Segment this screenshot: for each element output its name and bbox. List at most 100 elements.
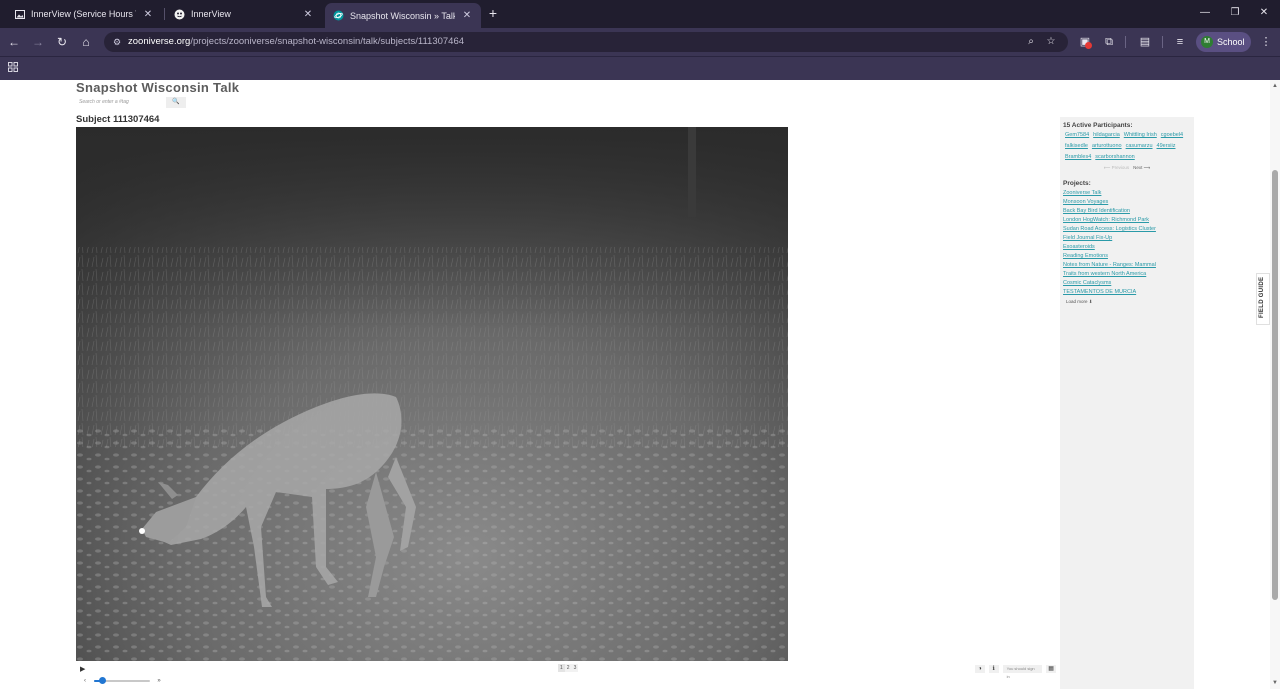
next-button[interactable]: Next ⟶ (1133, 165, 1150, 171)
subject-title: Subject 111307464 (76, 114, 160, 125)
restore-icon[interactable]: ❐ (1228, 6, 1242, 20)
participant-link[interactable]: 49ersiiz (1157, 143, 1176, 149)
site-info-icon[interactable]: ⚙ (110, 35, 124, 49)
participant-link[interactable]: arturottuono (1092, 143, 1122, 149)
tab-title: InnerView (191, 9, 231, 19)
close-icon[interactable]: ✕ (461, 10, 473, 21)
projects-list: Zooniverse Talk Monsoon Voyages Back Bay… (1063, 190, 1191, 295)
toolbar-divider (1162, 36, 1163, 48)
project-link[interactable]: Sudan Road Access: Logistics Cluster (1063, 226, 1191, 232)
participant-link[interactable]: Gem7584 (1065, 132, 1089, 138)
reading-mode-icon[interactable]: ▤ (1137, 34, 1153, 50)
participant-link[interactable]: falkisedle (1065, 143, 1088, 149)
zoom-icon[interactable]: ⌕ (1024, 35, 1038, 49)
reload-icon[interactable]: ↻ (54, 34, 70, 50)
tab-title: InnerView (Service Hours Tracker (31, 9, 136, 19)
participant-link[interactable]: Whittling Irish (1124, 132, 1157, 138)
url-domain: zooniverse.org (128, 36, 191, 47)
tab-strip: InnerView (Service Hours Tracker ✕ Inner… (0, 0, 1280, 28)
search-button[interactable]: 🔍 (166, 97, 186, 108)
scroll-thumb[interactable] (1272, 170, 1278, 600)
project-link[interactable]: London HogWatch: Richmond Park (1063, 217, 1191, 223)
media-controls-icon[interactable]: ≡ (1172, 34, 1188, 50)
previous-button[interactable]: ⟵ Previous (1104, 165, 1129, 171)
tab-snapshot-wisconsin[interactable]: Snapshot Wisconsin » Talk — Zo ✕ (325, 3, 481, 28)
forward-arrow-icon[interactable]: → (30, 34, 46, 50)
search-input[interactable]: Search or enter a #tag (76, 97, 166, 108)
participants-heading: 15 Active Participants: (1063, 122, 1133, 129)
play-icon[interactable]: ▶ (80, 665, 85, 673)
field-guide-tab[interactable]: FIELD GUIDE (1256, 273, 1270, 325)
back-arrow-icon[interactable]: ← (6, 34, 22, 50)
bookmarks-bar (0, 56, 1280, 80)
tab-innerview-tracker[interactable]: InnerView (Service Hours Tracker ✕ (6, 3, 162, 25)
home-icon[interactable]: ⌂ (78, 34, 94, 50)
tab-separator (164, 8, 165, 20)
trail-camera-photo (76, 127, 788, 661)
close-icon[interactable]: ✕ (302, 9, 314, 20)
chevron-right-icon[interactable]: » (154, 677, 164, 685)
participants-list: Gem7584 hildagarcia Whittling Irish cgoe… (1063, 132, 1191, 160)
address-bar[interactable]: ⚙ zooniverse.org/projects/zooniverse/sna… (104, 32, 1068, 52)
slider-thumb[interactable] (99, 677, 107, 684)
chevron-left-icon[interactable]: ‹ (80, 677, 90, 685)
project-link[interactable]: Notes from Nature - Ranges: Mammal (1063, 262, 1191, 268)
invert-icon[interactable]: ◑ (975, 665, 985, 673)
apps-grid-icon[interactable] (7, 62, 19, 74)
toolbar-divider (1125, 36, 1126, 48)
scroll-up-icon[interactable]: ▲ (1271, 82, 1279, 90)
participant-link[interactable]: cgoebel4 (1161, 132, 1183, 138)
tab-title: Snapshot Wisconsin » Talk — Zo (350, 10, 455, 21)
search-icon: 🔍 (172, 99, 180, 105)
profile-button[interactable]: M School (1196, 32, 1251, 52)
notification-dot (1085, 42, 1092, 49)
bookmark-star-icon[interactable]: ☆ (1044, 35, 1058, 49)
url-path: /projects/zooniverse/snapshot-wisconsin/… (190, 36, 465, 47)
window-close-icon[interactable]: ✕ (1257, 6, 1271, 20)
participant-link[interactable]: hildagarcia (1093, 132, 1120, 138)
page-scrollbar[interactable]: ▲ ▼ (1270, 80, 1280, 689)
image-icon (14, 9, 25, 20)
participants-pager: ⟵ Previous Next ⟶ (1063, 165, 1191, 171)
innerview-logo-icon (174, 9, 185, 20)
subject-image[interactable] (76, 127, 788, 661)
viewer-tools: ◑ ℹ You should sign in ▦ (975, 665, 1056, 679)
frame-tabs: 1 2 3 (558, 664, 579, 672)
signin-note: You should sign in (1002, 665, 1043, 679)
project-link[interactable]: Traits from western North America (1063, 271, 1191, 277)
talk-sidebar: 15 Active Participants: Gem7584 hildagar… (1060, 117, 1194, 689)
project-link[interactable]: Reading Emotions (1063, 253, 1191, 259)
project-link[interactable]: Monsoon Voyages (1063, 199, 1191, 205)
projects-heading: Projects: (1063, 180, 1091, 187)
load-more-button[interactable]: Load more ⬇ (1063, 299, 1191, 305)
project-link[interactable]: Exoasteroids (1063, 244, 1191, 250)
minimize-icon[interactable]: — (1198, 6, 1212, 20)
project-link[interactable]: TESTAMENTOS DE MURCIA (1063, 289, 1191, 295)
field-guide-label: FIELD GUIDE (1259, 276, 1265, 318)
project-link[interactable]: Back Bay Bird Identification (1063, 208, 1191, 214)
profile-name: School (1217, 37, 1245, 47)
frame-tab-3[interactable]: 3 (571, 664, 579, 672)
info-icon[interactable]: ℹ (988, 665, 999, 673)
participant-link[interactable]: Brambles4 (1065, 154, 1091, 160)
kebab-menu-icon[interactable]: ⋮ (1258, 34, 1274, 50)
frame-tab-2[interactable]: 2 (564, 664, 572, 672)
url-text[interactable]: zooniverse.org/projects/zooniverse/snaps… (128, 36, 464, 47)
close-icon[interactable]: ✕ (142, 9, 154, 20)
project-link[interactable]: Field Journal Fix-Up (1063, 235, 1191, 241)
talk-page: Snapshot Wisconsin Talk Search or enter … (0, 80, 1270, 689)
frame-tab-1[interactable]: 1 (558, 664, 565, 672)
extensions-puzzle-icon[interactable]: ⧉ (1101, 34, 1117, 50)
scroll-down-icon[interactable]: ▼ (1271, 679, 1279, 687)
participant-link[interactable]: casumarzu (1126, 143, 1153, 149)
tab-innerview[interactable]: InnerView ✕ (166, 3, 322, 25)
page-title[interactable]: Snapshot Wisconsin Talk (76, 80, 239, 95)
collect-icon[interactable]: ▦ (1046, 665, 1056, 673)
browser-toolbar: ← → ↻ ⌂ ⚙ zooniverse.org/projects/zooniv… (0, 28, 1280, 56)
participant-link[interactable]: scarborshannon (1095, 154, 1134, 160)
frame-slider[interactable] (94, 677, 150, 684)
project-link[interactable]: Cosmic Cataclysms (1063, 280, 1191, 286)
new-tab-button[interactable]: + (486, 5, 500, 21)
avatar: M (1201, 36, 1213, 48)
project-link[interactable]: Zooniverse Talk (1063, 190, 1191, 196)
